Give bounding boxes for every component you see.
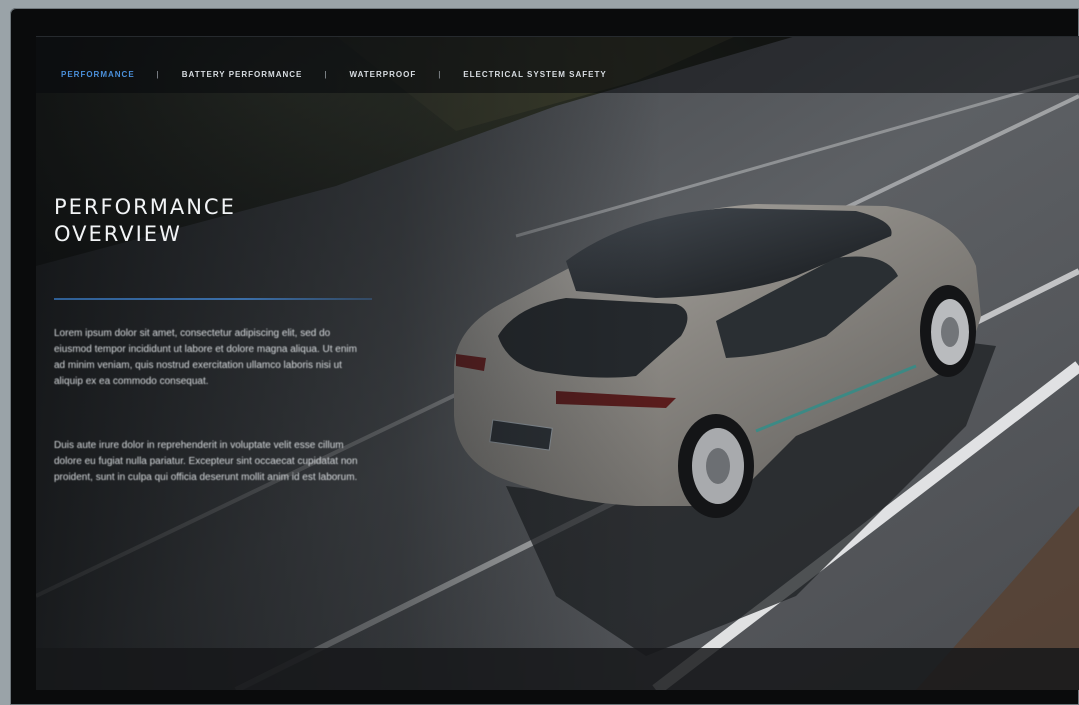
tab-battery-performance[interactable]: BATTERY PERFORMANCE — [182, 70, 303, 79]
page-title-line2: OVERVIEW — [54, 222, 182, 246]
title-divider — [54, 298, 372, 300]
tab-electrical-system-safety[interactable]: ELECTRICAL SYSTEM SAFETY — [463, 70, 606, 79]
tab-waterproof[interactable]: WATERPROOF — [349, 70, 416, 79]
body-paragraph-2: Duis aute irure dolor in reprehenderit i… — [54, 440, 358, 483]
top-navigation-bar: PERFORMANCE | BATTERY PERFORMANCE | WATE… — [36, 36, 1079, 93]
bottom-bar — [36, 648, 1079, 690]
tab-separator: | — [324, 70, 328, 79]
tab-performance[interactable]: PERFORMANCE — [61, 70, 135, 79]
section-tabs: PERFORMANCE | BATTERY PERFORMANCE | WATE… — [61, 70, 607, 79]
page-title: PERFORMANCE OVERVIEW — [54, 194, 354, 248]
tab-separator: | — [156, 70, 160, 79]
monitor-frame: PERFORMANCE | BATTERY PERFORMANCE | WATE… — [10, 8, 1079, 705]
screen: PERFORMANCE | BATTERY PERFORMANCE | WATE… — [36, 36, 1079, 690]
body-paragraph-1: Lorem ipsum dolor sit amet, consectetur … — [54, 328, 357, 387]
page-title-line1: PERFORMANCE — [54, 195, 236, 219]
tab-separator: | — [438, 70, 442, 79]
